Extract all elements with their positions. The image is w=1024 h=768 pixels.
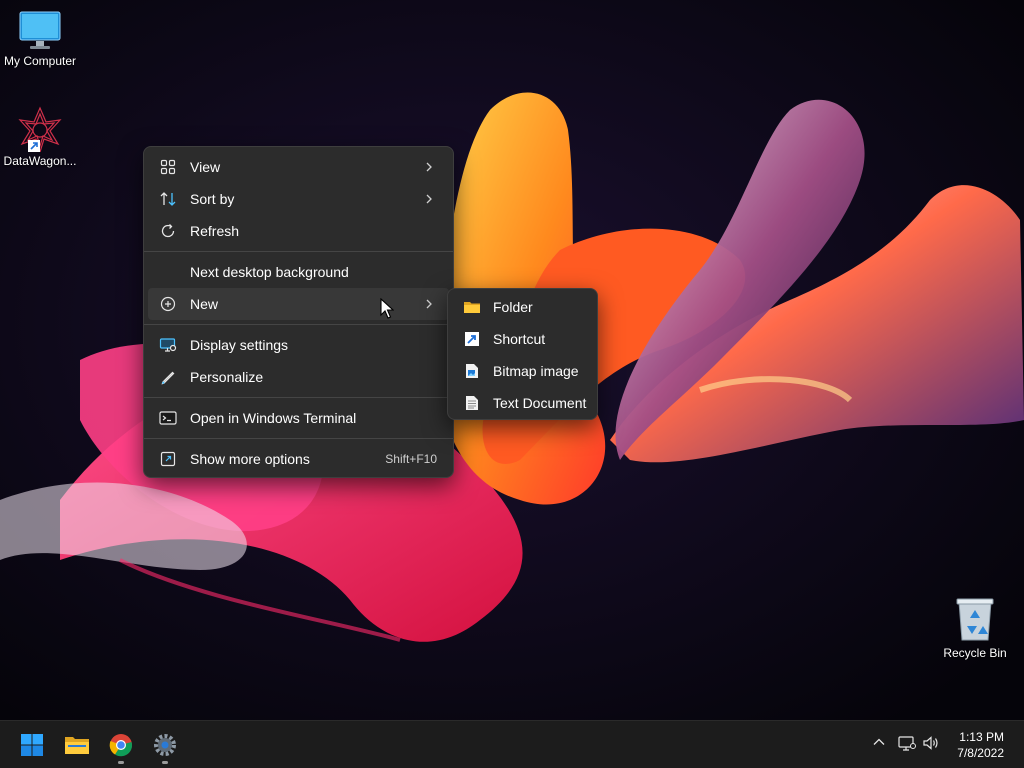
keyboard-shortcut: Shift+F10	[385, 452, 437, 466]
sort-icon	[158, 189, 178, 209]
menu-separator	[144, 438, 453, 439]
running-indicator	[118, 761, 124, 764]
taskbar-chrome[interactable]	[101, 725, 141, 765]
menu-item-view[interactable]: View	[148, 151, 449, 183]
submenu-item-bitmap-image[interactable]: Bitmap image	[452, 355, 593, 387]
text-document-icon	[462, 393, 482, 413]
menu-item-show-more-options[interactable]: Show more options Shift+F10	[148, 443, 449, 475]
chevron-right-icon	[426, 162, 432, 172]
settings-icon	[154, 734, 176, 756]
chevron-right-icon	[426, 194, 432, 204]
chrome-icon	[109, 734, 133, 757]
taskbar-settings[interactable]	[145, 725, 185, 765]
mouse-cursor-icon	[380, 298, 394, 319]
menu-item-sort-by[interactable]: Sort by	[148, 183, 449, 215]
taskbar: 1:13 PM 7/8/2022	[0, 720, 1024, 768]
menu-item-label: Personalize	[190, 369, 264, 385]
desktop-icon-my-computer[interactable]: My Computer	[0, 10, 80, 68]
menu-item-label: Display settings	[190, 337, 289, 353]
desktop-icon-datawagon[interactable]: DataWagon...	[0, 106, 80, 168]
menu-item-label: Folder	[493, 299, 533, 315]
menu-item-label: Text Document	[493, 395, 587, 411]
menu-item-display-settings[interactable]: Display settings	[148, 329, 449, 361]
desktop-icon-label: My Computer	[3, 54, 77, 68]
submenu-item-folder[interactable]: Folder	[452, 291, 593, 323]
new-submenu: Folder Shortcut Bitmap image Text Docume…	[447, 288, 598, 420]
refresh-icon	[158, 221, 178, 241]
desktop-icon-label: Recycle Bin	[943, 646, 1007, 660]
menu-separator	[144, 251, 453, 252]
chevron-right-icon	[426, 299, 432, 309]
volume-icon[interactable]	[922, 735, 940, 751]
shortcut-icon	[462, 329, 482, 349]
menu-item-refresh[interactable]: Refresh	[148, 215, 449, 247]
menu-item-label: Show more options	[190, 451, 310, 467]
menu-item-label: Bitmap image	[493, 363, 579, 379]
plus-circle-icon	[158, 294, 178, 314]
recycle-bin-icon	[956, 598, 994, 641]
datawagon-app-icon	[18, 106, 62, 152]
running-indicator	[162, 761, 168, 764]
taskbar-clock[interactable]: 1:13 PM 7/8/2022	[957, 729, 1004, 761]
menu-item-personalize[interactable]: Personalize	[148, 361, 449, 393]
monitor-icon	[19, 11, 61, 49]
menu-item-label: View	[190, 159, 221, 175]
taskbar-file-explorer[interactable]	[57, 725, 97, 765]
menu-item-label: Shortcut	[493, 331, 546, 347]
menu-separator	[144, 397, 453, 398]
submenu-item-shortcut[interactable]: Shortcut	[452, 323, 593, 355]
pen-icon	[158, 367, 178, 387]
menu-item-label: Refresh	[190, 223, 240, 239]
file-explorer-icon	[65, 737, 89, 754]
start-icon	[21, 734, 43, 756]
menu-item-next-desktop-background[interactable]: Next desktop background	[148, 256, 449, 288]
terminal-icon	[158, 408, 178, 428]
menu-item-label: Open in Windows Terminal	[190, 410, 357, 426]
menu-item-open-in-windows-terminal[interactable]: Open in Windows Terminal	[148, 402, 449, 434]
clock-time: 1:13 PM	[959, 730, 1004, 744]
bitmap-icon	[462, 361, 482, 381]
desktop-context-menu: View Sort by Refresh Next desktop backgr…	[143, 146, 454, 478]
desktop-icon-recycle-bin[interactable]: Recycle Bin	[935, 596, 1015, 660]
menu-item-label: Next desktop background	[190, 264, 349, 280]
clock-date: 7/8/2022	[957, 746, 1004, 760]
grid-icon	[158, 157, 178, 177]
submenu-item-text-document[interactable]: Text Document	[452, 387, 593, 419]
folder-icon	[462, 297, 482, 317]
chevron-up-icon[interactable]	[872, 735, 886, 749]
share-icon	[158, 449, 178, 469]
display-icon	[158, 335, 178, 355]
desktop-icon-label: DataWagon...	[3, 154, 77, 168]
menu-item-new[interactable]: New	[148, 288, 449, 320]
start-button[interactable]	[12, 725, 52, 765]
menu-item-label: Sort by	[190, 191, 235, 207]
menu-separator	[144, 324, 453, 325]
network-icon[interactable]	[898, 735, 916, 751]
